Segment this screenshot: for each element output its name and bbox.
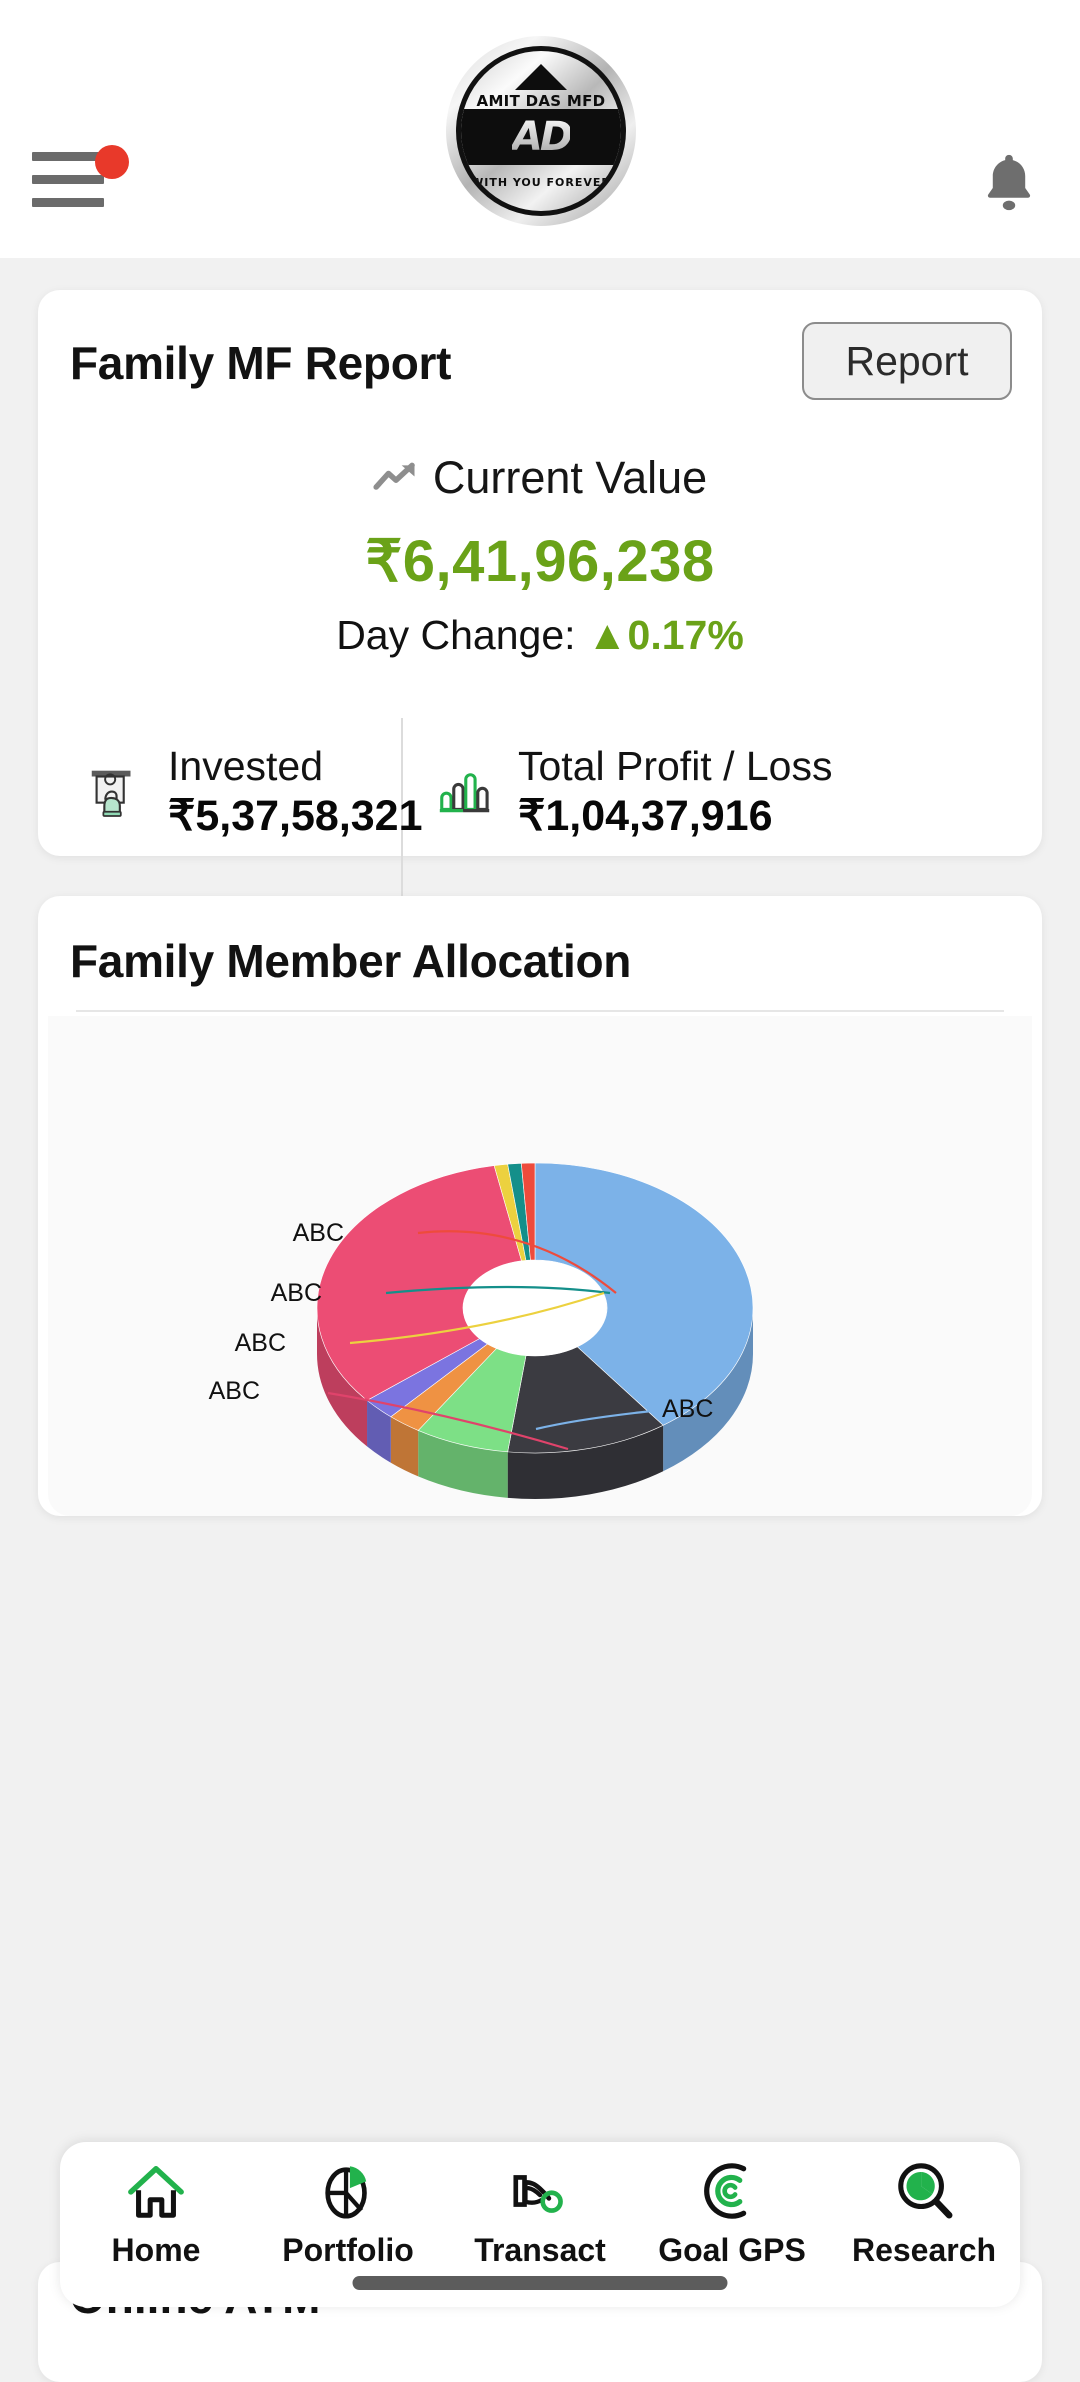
allocation-title: Family Member Allocation (70, 935, 632, 987)
pie-slice-label: ABC (209, 1377, 260, 1405)
day-change-label: Day Change: (336, 612, 576, 658)
donut-chart-svg: ABCABCABCABCABCABCABCABCABC (209, 1162, 754, 1499)
pie-slice-label: ABC (662, 1395, 713, 1423)
nav-label: Goal GPS (658, 2232, 806, 2268)
trending-up-icon (373, 462, 415, 490)
stat-value: ₹1,04,37,916 (518, 792, 773, 840)
pie-slice-label: ABC (293, 1219, 344, 1247)
nav-item-research[interactable]: Research (836, 2160, 1012, 2269)
stat-label: Total Profit / Loss (518, 743, 833, 789)
logo-monogram: AD (511, 114, 573, 160)
nav-label: Home (111, 2232, 201, 2268)
bottom-navigation-bar: Home Portfolio Transact Goal GPS Researc… (60, 2142, 1020, 2307)
family-mf-report-card: Family MF Report Report Current Value ₹6… (38, 290, 1042, 1090)
nav-item-home[interactable]: Home (68, 2160, 244, 2269)
pie-chart-icon (325, 2166, 367, 2219)
page-title: Family MF Report (70, 337, 452, 389)
bell-icon[interactable] (980, 152, 1038, 214)
nav-label: Portfolio (282, 2232, 414, 2268)
logo-top-text: AMIT DAS MFD (476, 92, 606, 110)
magnifier-chart-icon (898, 2163, 953, 2219)
allocation-donut-chart[interactable]: ABCABCABCABCABCABCABCABCABC (48, 1016, 1032, 1516)
bar-chart-icon (439, 773, 490, 813)
current-value-row: Current Value (38, 452, 1042, 504)
current-value-label: Current Value (432, 452, 708, 503)
current-value-amount: ₹6,41,96,238 (365, 529, 715, 594)
hand-holding-cash-icon (91, 770, 131, 817)
nav-label: Transact (474, 2232, 606, 2268)
nav-label: Research (851, 2232, 997, 2268)
radar-goal-icon (704, 2163, 747, 2219)
home-indicator-bar (352, 2276, 728, 2290)
report-button[interactable]: Report (802, 322, 1012, 400)
day-change: Day Change: ▲0.17% (38, 612, 1042, 659)
stat-label: Invested (168, 743, 323, 789)
section-divider (76, 1010, 1004, 1012)
nav-item-goal-gps[interactable]: Goal GPS (644, 2160, 820, 2269)
home-icon (128, 2166, 184, 2218)
stat-total-profit-loss[interactable]: Total Profit / Loss ₹1,04,37,916 (434, 746, 832, 838)
day-change-value: ▲0.17% (586, 612, 744, 658)
pie-slice-label: ABC (235, 1329, 286, 1357)
donut-hole (463, 1260, 607, 1356)
family-member-allocation-card: Family Member Allocation ABC ABC ABC ABC ABC… (38, 896, 1042, 1516)
logo-tagline: WITH YOU FOREVER (471, 176, 611, 189)
stat-invested[interactable]: Invested ₹5,37,58,321 (84, 746, 423, 838)
nav-item-portfolio[interactable]: Portfolio (260, 2160, 436, 2269)
pie-slice-label: ABC (271, 1279, 322, 1307)
nav-item-transact[interactable]: Transact (452, 2160, 628, 2269)
amit-das-mfd-logo: AMIT DAS MFD AD WITH YOU FOREVER (446, 36, 636, 226)
hand-coin-icon (513, 2175, 563, 2213)
notification-dot (95, 145, 129, 179)
app-header: AMIT DAS MFD AD WITH YOU FOREVER (0, 0, 1080, 258)
stat-value: ₹5,37,58,321 (168, 792, 423, 840)
